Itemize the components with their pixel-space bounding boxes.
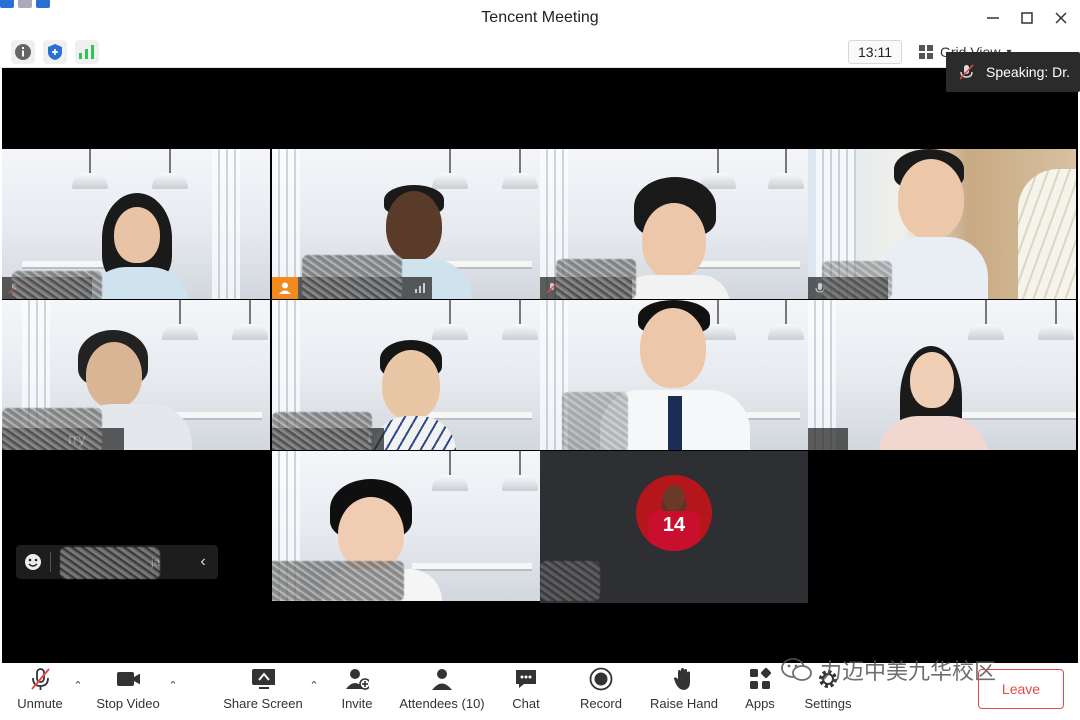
- grid-view-icon: [919, 45, 933, 59]
- redaction-scribble: [60, 547, 160, 579]
- video-tile-6[interactable]: i: [272, 300, 540, 450]
- attendees-button[interactable]: Attendees (10): [396, 667, 488, 717]
- redaction-scribble: [556, 259, 636, 299]
- video-tile-10-camera-off[interactable]: 14: [540, 451, 808, 603]
- title-bar: Tencent Meeting: [0, 0, 1080, 36]
- redaction-scribble: [12, 271, 102, 299]
- video-grid: rry i: [2, 68, 1078, 663]
- maximize-button[interactable]: [1012, 6, 1042, 30]
- redaction-scribble: [2, 408, 102, 450]
- record-button[interactable]: Record: [578, 667, 624, 717]
- unmute-button[interactable]: Unmute: [12, 667, 68, 717]
- app-icon-1: [0, 0, 14, 8]
- video-tile-4[interactable]: [808, 149, 1076, 299]
- muted-mic-icon: [28, 667, 52, 691]
- app-icon-3: [36, 0, 50, 8]
- security-button[interactable]: [43, 40, 67, 64]
- video-camera-icon: [116, 667, 140, 691]
- redaction-scribble: [540, 561, 600, 601]
- signal-bars-icon: [415, 283, 425, 293]
- hand-icon: [672, 667, 696, 691]
- video-tile-8[interactable]: [808, 300, 1076, 450]
- app-icon-2: [18, 0, 32, 8]
- speaking-text: Speaking: Dr.: [986, 64, 1071, 80]
- info-icon: [15, 44, 31, 60]
- avatar-placeholder-icon: [272, 277, 298, 299]
- video-tile-5[interactable]: rry: [2, 300, 270, 450]
- chevron-left-icon[interactable]: ‹: [188, 553, 218, 571]
- redaction-scribble: [302, 255, 402, 299]
- window-title: Tencent Meeting: [481, 9, 599, 26]
- chat-bubble-icon: [514, 667, 538, 691]
- apps-grid-icon: [748, 667, 772, 691]
- minimize-icon: [987, 17, 999, 19]
- video-tile-3[interactable]: [540, 149, 808, 299]
- attendees-icon: [430, 667, 454, 691]
- video-options-chevron-icon[interactable]: ⌃: [167, 679, 179, 692]
- participant-nameplate: [808, 428, 848, 450]
- record-icon: [589, 667, 613, 691]
- participant-avatar: 14: [636, 475, 712, 551]
- redaction-scribble: [272, 561, 404, 601]
- self-view-collapsed-bar[interactable]: ja ‹: [16, 545, 218, 579]
- video-tile-7[interactable]: [540, 300, 808, 450]
- smiley-icon: [16, 553, 50, 571]
- video-tile-2-active-speaker[interactable]: [272, 149, 540, 299]
- leave-button[interactable]: Leave: [978, 669, 1064, 709]
- add-user-icon: [345, 667, 369, 691]
- stop-video-button[interactable]: Stop Video: [94, 667, 162, 717]
- video-tile-1[interactable]: [2, 149, 270, 299]
- share-screen-button[interactable]: Share Screen: [222, 667, 304, 717]
- muted-mic-icon: [946, 52, 986, 92]
- minimize-button[interactable]: [978, 6, 1008, 30]
- share-options-chevron-icon[interactable]: ⌃: [308, 679, 320, 692]
- close-icon: [1055, 12, 1067, 24]
- apps-button[interactable]: Apps: [742, 667, 778, 717]
- network-status-button[interactable]: [75, 40, 99, 64]
- meeting-window: Tencent Meeting 13:11 Grid View ▾ Sp: [0, 0, 1080, 720]
- speaking-indicator: Speaking: Dr.: [946, 52, 1080, 92]
- video-tile-9[interactable]: [272, 451, 540, 601]
- meeting-clock: 13:11: [848, 40, 902, 64]
- signal-bars-icon: [79, 45, 94, 59]
- redaction-scribble: [272, 412, 372, 450]
- shield-icon: [48, 44, 62, 60]
- audio-options-chevron-icon[interactable]: ⌃: [72, 679, 84, 692]
- close-window-button[interactable]: [1046, 6, 1076, 30]
- maximize-icon: [1021, 12, 1033, 24]
- share-screen-icon: [251, 667, 275, 691]
- invite-button[interactable]: Invite: [336, 667, 378, 717]
- wechat-icon: [781, 658, 812, 681]
- meeting-info-button[interactable]: [11, 40, 35, 64]
- redaction-scribble: [562, 392, 628, 450]
- raise-hand-button[interactable]: Raise Hand: [648, 667, 720, 717]
- chat-button[interactable]: Chat: [508, 667, 544, 717]
- redaction-scribble: [822, 261, 892, 299]
- wechat-watermark: 力迈中美九华校区: [780, 654, 996, 686]
